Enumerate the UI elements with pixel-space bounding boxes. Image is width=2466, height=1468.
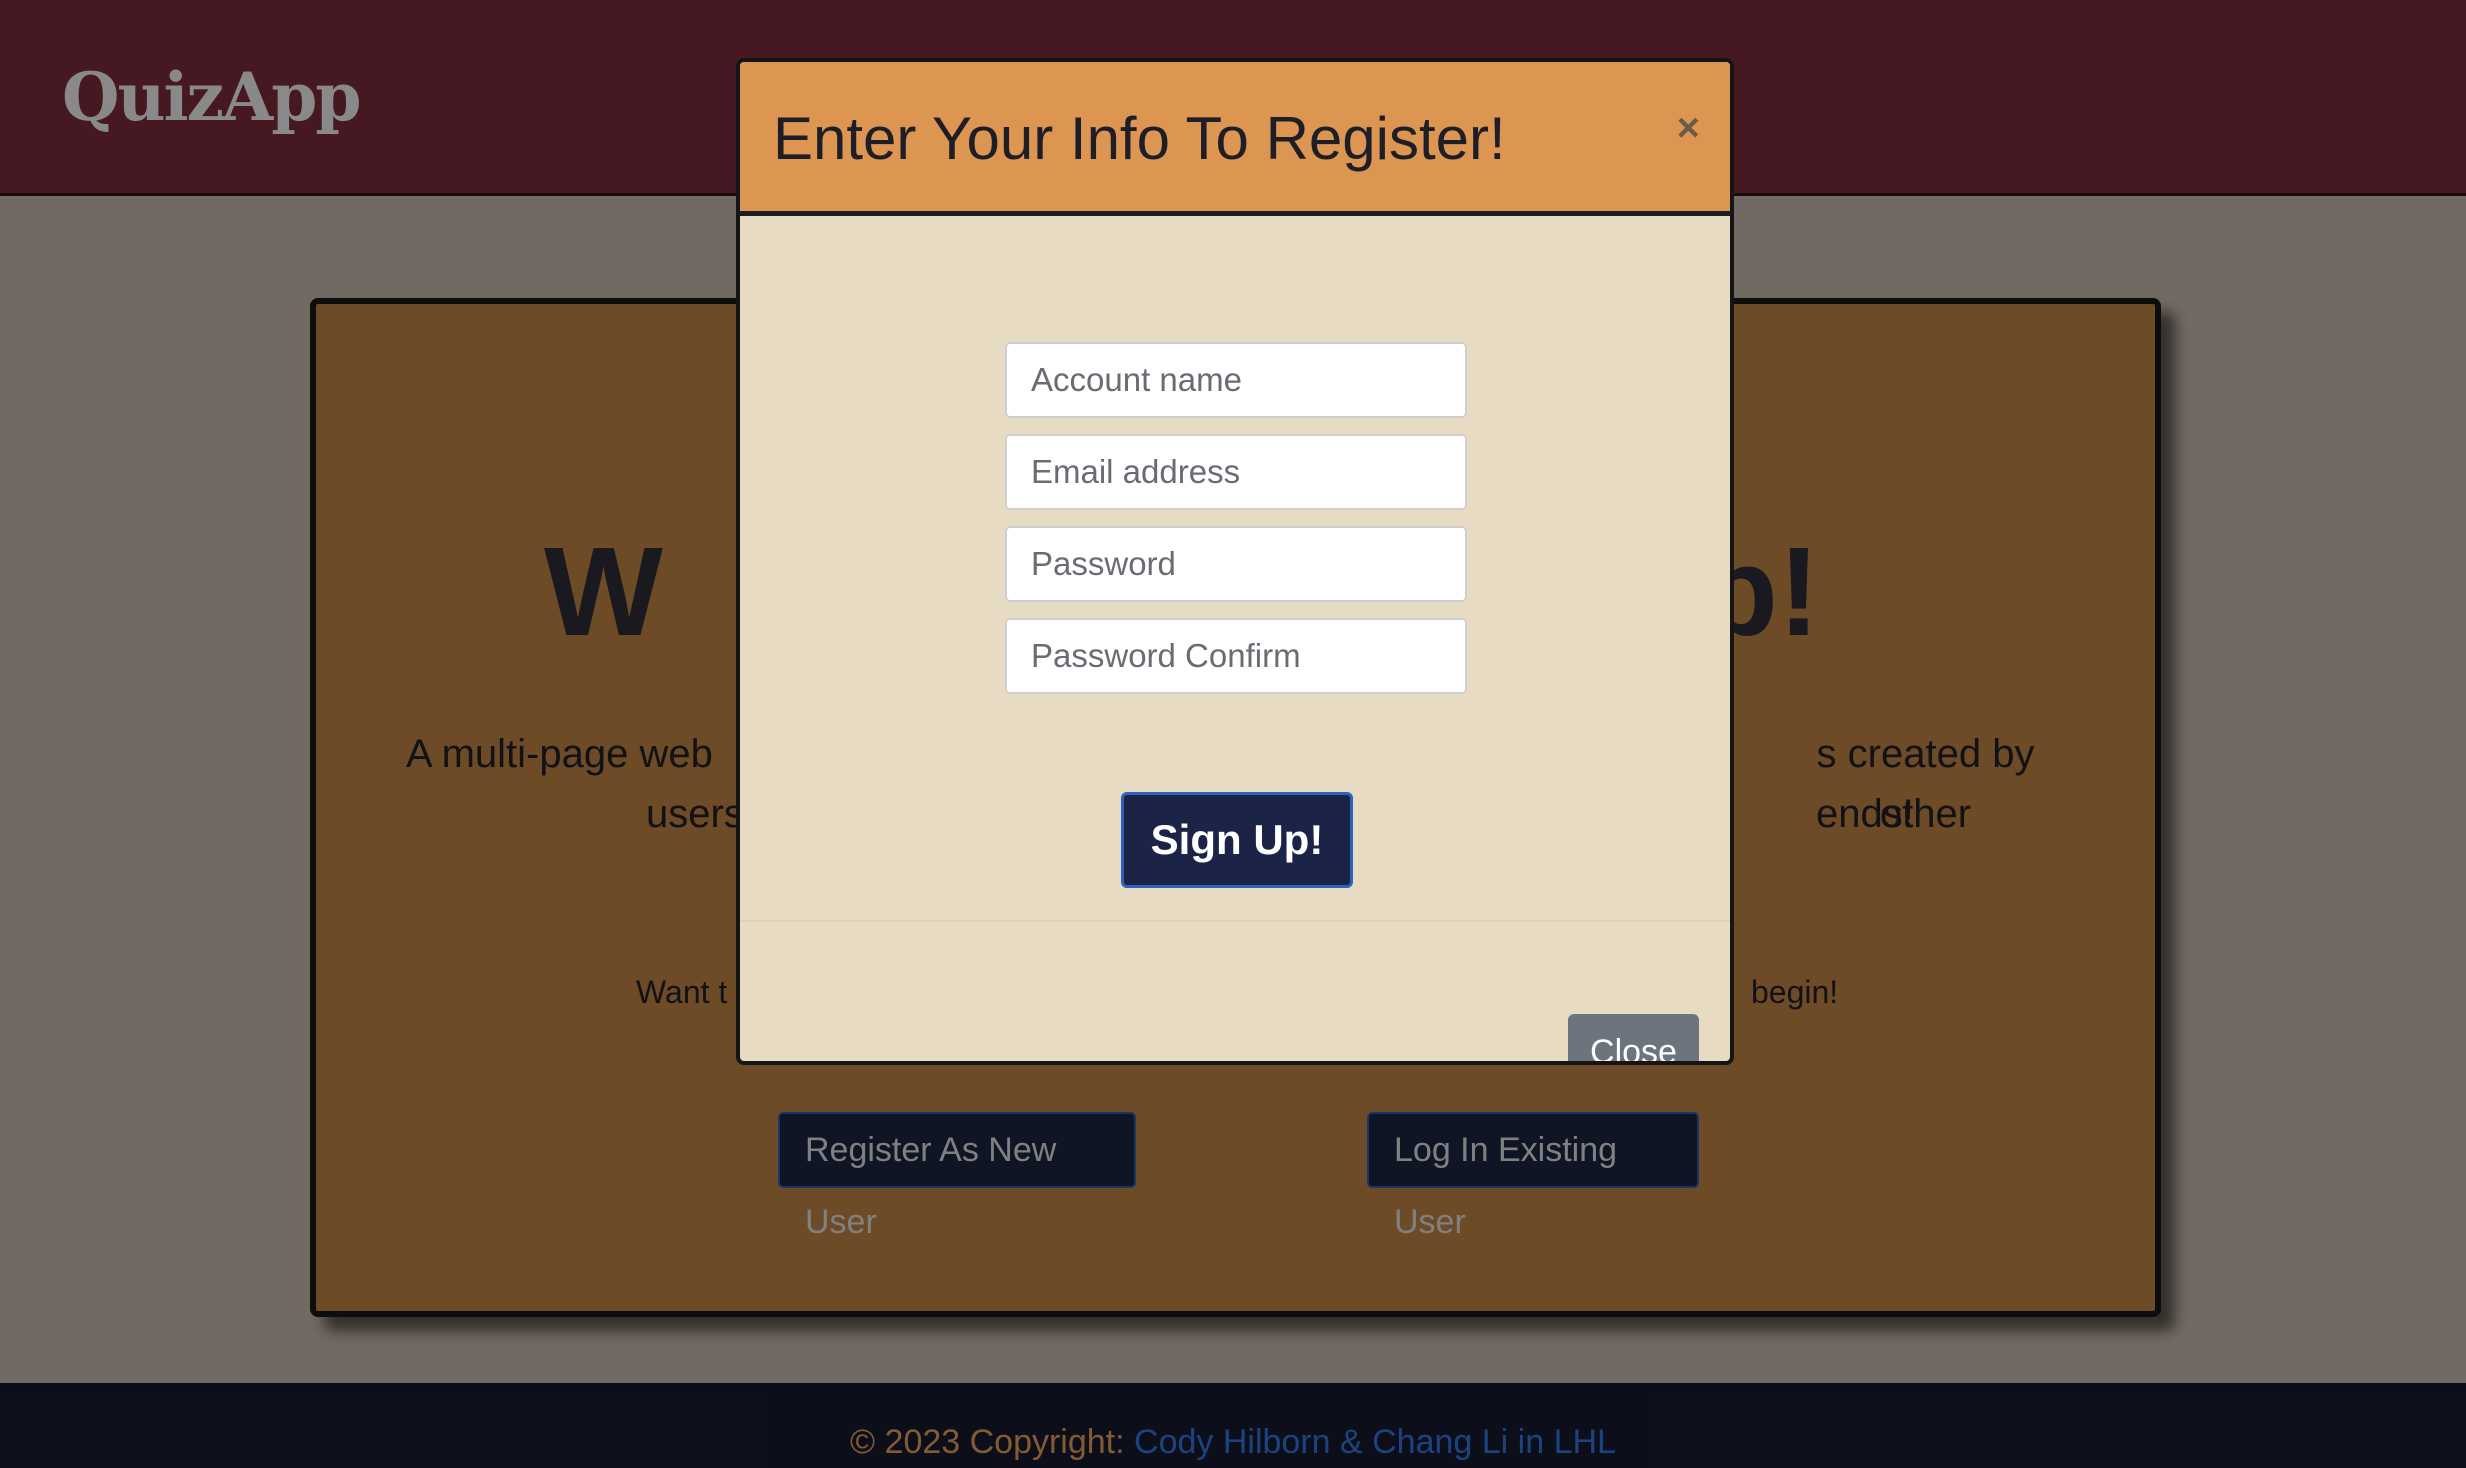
sign-up-button[interactable]: Sign Up!	[1121, 792, 1353, 888]
modal-header: Enter Your Info To Register! ×	[740, 62, 1730, 216]
account-name-input[interactable]	[1005, 342, 1467, 418]
password-confirm-input[interactable]	[1005, 618, 1467, 694]
close-icon[interactable]: ×	[1677, 106, 1700, 151]
password-input[interactable]	[1005, 526, 1467, 602]
close-button[interactable]: Close	[1568, 1014, 1699, 1061]
register-form	[1005, 342, 1467, 710]
modal-footer: Close	[740, 920, 1730, 1061]
email-input[interactable]	[1005, 434, 1467, 510]
modal-title: Enter Your Info To Register!	[773, 105, 1506, 172]
register-modal: Enter Your Info To Register! × Sign Up! …	[736, 58, 1734, 1065]
